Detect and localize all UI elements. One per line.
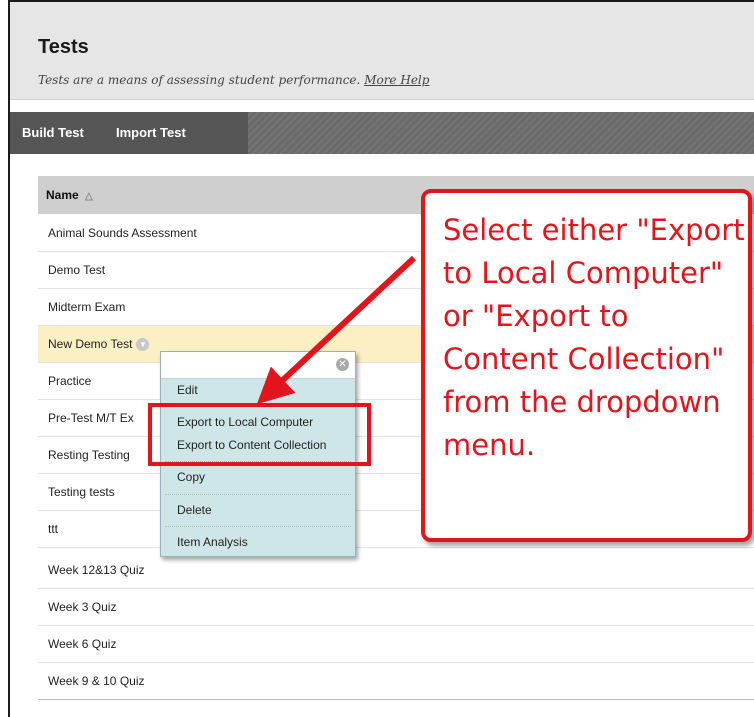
annotation-callout: Select either "Export to Local Computer"… xyxy=(421,189,752,542)
callout-text: Select either "Export to Local Computer"… xyxy=(443,213,745,462)
arrow-line xyxy=(256,255,417,405)
